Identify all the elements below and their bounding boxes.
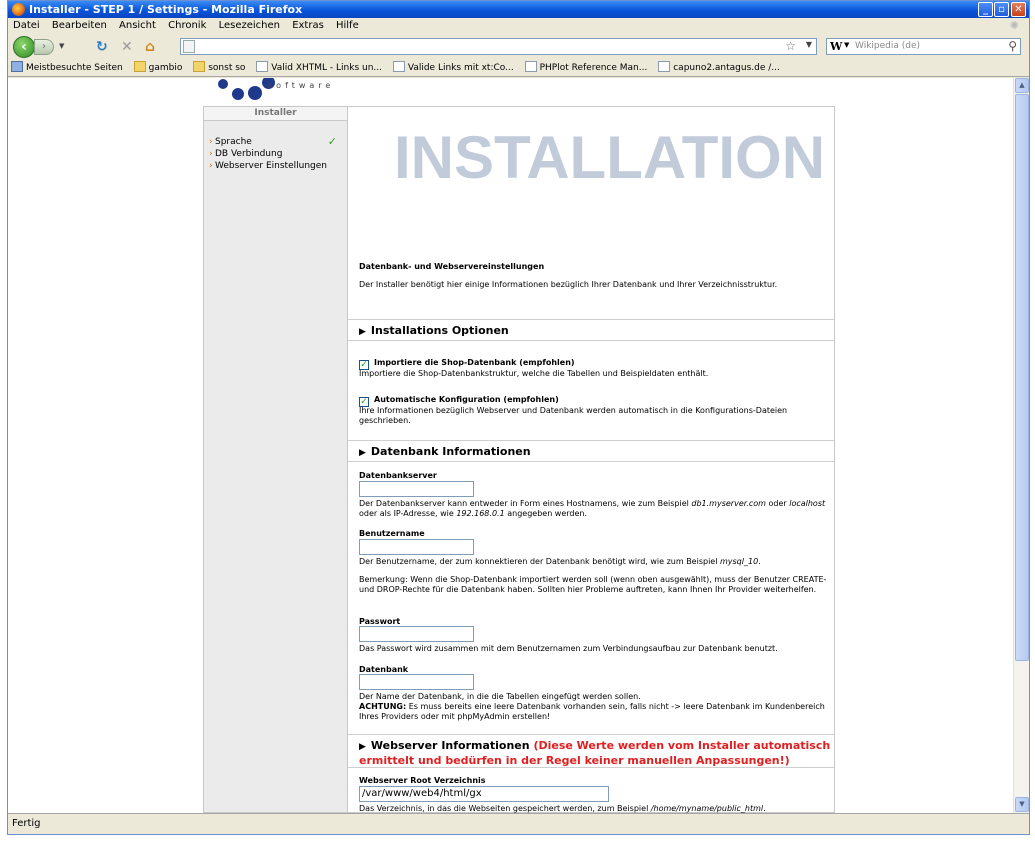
logo-dot <box>232 88 244 100</box>
arrow-icon: › <box>209 137 213 147</box>
server-input[interactable] <box>359 481 474 497</box>
history-dropdown-icon[interactable]: ▼ <box>59 42 64 50</box>
bookmark-item[interactable]: capuno2.antagus.de /... <box>655 59 780 76</box>
menu-bar: Datei Bearbeiten Ansicht Chronik Lesezei… <box>8 18 1029 35</box>
search-placeholder: Wikipedia (de) <box>855 41 921 51</box>
installer-sidebar: Installer › Sprache ✓ › DB Verbindung › Webs… <box>203 106 348 813</box>
bookmark-star-icon[interactable]: ☆ <box>785 39 796 53</box>
checkmark-icon: ✓ <box>327 135 337 148</box>
menu-hilfe[interactable]: Hilfe <box>336 20 359 31</box>
throbber-icon: ✺ <box>1009 19 1019 32</box>
section-webserver-informationen: ▶ Webserver Informationen (Diese Werte we… <box>348 734 834 768</box>
folder-icon <box>193 61 206 72</box>
bookmark-item[interactable]: Valide Links mit xt:Co... <box>390 59 514 76</box>
browser-window: Installer - STEP 1 / Settings - Mozilla … <box>7 0 1030 835</box>
reload-icon[interactable]: ↻ <box>96 39 108 55</box>
username-desc: Der Benutzername, der zum konnektieren d… <box>359 557 761 566</box>
bookmark-item[interactable]: Valid XHTML - Links un... <box>253 59 382 76</box>
bookmark-item[interactable]: sonst so <box>190 59 245 76</box>
maximize-button[interactable]: ▫ <box>994 2 1009 17</box>
sidebar-item-db-verbindung[interactable]: › DB Verbindung <box>204 149 347 160</box>
menu-ansicht[interactable]: Ansicht <box>119 20 156 31</box>
scroll-up-icon[interactable]: ▲ <box>1015 78 1029 93</box>
most-visited-icon <box>11 61 23 72</box>
status-bar: Fertig <box>8 813 1029 834</box>
main-content: INSTALLATION Datenbank- und Webserverein… <box>348 106 835 813</box>
section-datenbank-informationen: ▶ Datenbank Informationen <box>348 440 834 462</box>
bookmark-item[interactable]: PHPlot Reference Man... <box>522 59 647 76</box>
sidebar-item-sprache[interactable]: › Sprache ✓ <box>204 135 347 148</box>
password-desc: Das Passwort wird zusammen mit dem Benut… <box>359 644 778 653</box>
triangle-icon: ▶ <box>359 327 366 337</box>
page-viewport: software Installer › Sprache ✓ › DB Verbind… <box>8 78 1013 813</box>
scrollbar-thumb[interactable] <box>1015 94 1029 661</box>
password-label: Passwort <box>359 617 401 626</box>
search-engine-dropdown-icon[interactable]: ▼ <box>844 41 849 49</box>
triangle-icon: ▶ <box>359 448 366 458</box>
sidebar-item-webserver[interactable]: › Webserver Einstellungen <box>204 161 347 172</box>
bookmark-item[interactable]: gambio <box>131 59 182 76</box>
menu-datei[interactable]: Datei <box>13 20 40 31</box>
password-input[interactable] <box>359 626 474 642</box>
server-desc: Der Datenbankserver kann entweder in For… <box>359 499 826 518</box>
close-button[interactable]: ✕ <box>1011 2 1026 17</box>
intro-text: Der Installer benötigt hier einige Infor… <box>359 280 778 289</box>
search-input[interactable]: W ▼ Wikipedia (de) ⚲ <box>826 38 1021 55</box>
page-title: INSTALLATION <box>394 124 826 191</box>
option-auto-config-desc: Ihre Informationen bezüglich Webserver u… <box>359 406 788 425</box>
search-icon[interactable]: ⚲ <box>1008 39 1017 53</box>
database-input[interactable] <box>359 674 474 690</box>
username-note: Bemerkung: Wenn die Shop-Datenbank impor… <box>359 575 827 594</box>
option-import-db-desc: Importiere die Shop-Datenbankstruktur, w… <box>359 369 709 378</box>
logo-dot <box>248 86 262 100</box>
triangle-icon: ▶ <box>359 742 366 752</box>
home-icon[interactable]: ⌂ <box>145 39 155 55</box>
arrow-icon: › <box>209 161 213 171</box>
menu-chronik[interactable]: Chronik <box>168 20 206 31</box>
page-icon <box>392 61 405 72</box>
status-text: Fertig <box>12 818 41 829</box>
minimize-button[interactable]: _ <box>978 2 993 17</box>
webroot-input[interactable]: /var/www/web4/html/gx <box>359 786 609 802</box>
webroot-desc: Das Verzeichnis, in das die Webseiten ge… <box>359 804 766 813</box>
username-label: Benutzername <box>359 529 425 538</box>
vertical-scrollbar[interactable]: ▲ ▼ <box>1013 78 1029 813</box>
window-title: Installer - STEP 1 / Settings - Mozilla … <box>29 3 303 16</box>
bookmarks-toolbar: Meistbesuchte Seiten gambio sonst so Val… <box>8 59 1029 77</box>
page-icon <box>183 40 195 53</box>
database-desc: Der Name der Datenbank, in die die Tabel… <box>359 692 825 721</box>
page-icon <box>524 61 537 72</box>
server-label: Datenbankserver <box>359 471 437 480</box>
firefox-icon <box>12 3 25 16</box>
intro-heading: Datenbank- und Webservereinstellungen <box>359 262 545 271</box>
scroll-down-icon[interactable]: ▼ <box>1015 797 1029 812</box>
url-input[interactable]: ☆ ▼ <box>180 38 817 55</box>
menu-lesezeichen[interactable]: Lesezeichen <box>219 20 280 31</box>
page-icon <box>658 61 671 72</box>
page-icon <box>256 61 269 72</box>
database-label: Datenbank <box>359 665 409 674</box>
sidebar-header: Installer <box>204 107 347 121</box>
url-dropdown-icon[interactable]: ▼ <box>806 40 812 49</box>
folder-icon <box>133 61 146 72</box>
navigation-toolbar: ‹ › ▼ ↻ ✕ ⌂ ☆ ▼ W ▼ Wikipedia (de) ⚲ <box>8 35 1029 58</box>
section-installations-optionen: ▶ Installations Optionen <box>348 319 834 341</box>
arrow-icon: › <box>209 149 213 159</box>
menu-bearbeiten[interactable]: Bearbeiten <box>52 20 107 31</box>
wikipedia-icon[interactable]: W <box>830 40 842 53</box>
webroot-label: Webserver Root Verzeichnis <box>359 776 486 785</box>
stop-icon[interactable]: ✕ <box>121 39 133 55</box>
forward-button[interactable]: › <box>34 39 54 55</box>
menu-extras[interactable]: Extras <box>292 20 324 31</box>
logo-dot <box>218 79 228 89</box>
bookmark-item[interactable]: Meistbesuchte Seiten <box>8 59 123 76</box>
back-button[interactable]: ‹ <box>13 36 35 58</box>
title-bar: Installer - STEP 1 / Settings - Mozilla … <box>8 1 1029 18</box>
logo-text: software <box>268 81 335 90</box>
username-input[interactable] <box>359 539 474 555</box>
